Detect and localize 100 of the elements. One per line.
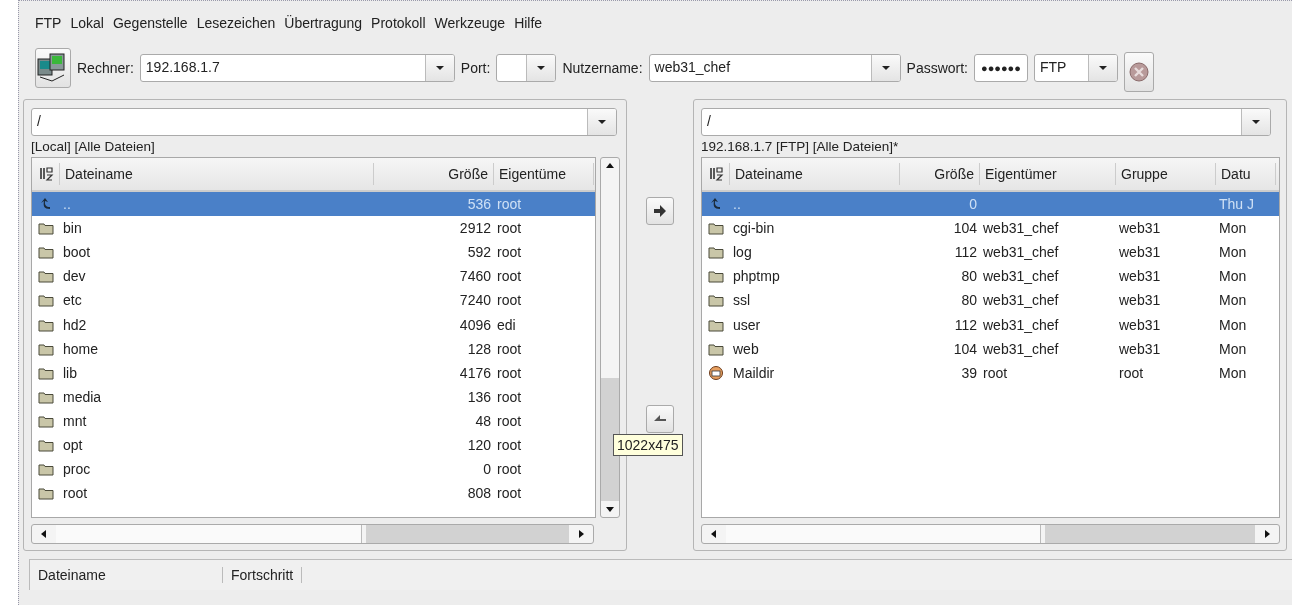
file-size: 104	[953, 340, 977, 357]
column-header[interactable]: Größe	[900, 163, 980, 185]
column-header[interactable]: Dateiname	[730, 163, 900, 185]
file-name: boot	[63, 244, 91, 261]
file-row[interactable]: boot 592 root	[32, 240, 595, 265]
host-field[interactable]: 192.168.1.7	[139, 54, 455, 82]
menu-item[interactable]: Lesezeichen	[196, 15, 276, 37]
file-row[interactable]: hd2 4096 edi	[32, 312, 595, 337]
caret-icon	[1098, 66, 1107, 70]
caret-icon	[598, 120, 606, 124]
file-name: ..	[733, 196, 741, 213]
file-name: proc	[63, 461, 91, 478]
column-header[interactable]: Eigentümer	[980, 163, 1116, 185]
file-row[interactable]: etc 7240 root	[32, 288, 595, 313]
file-row[interactable]: ssl 80 web31_chef web31 Mon	[702, 288, 1279, 313]
file-row[interactable]: log 112 web31_chef web31 Mon	[702, 240, 1279, 265]
file-row[interactable]: root 808 root	[32, 481, 595, 506]
file-group: web31	[1119, 220, 1161, 237]
scroll-arrow-icon[interactable]	[577, 530, 585, 538]
file-date: Mon	[1219, 316, 1247, 333]
file-row[interactable]: cgi-bin 104 web31_chef web31 Mon	[702, 216, 1279, 241]
file-size: 112	[954, 244, 977, 261]
column-header[interactable]: Gruppe	[1116, 163, 1216, 185]
file-row[interactable]: opt 120 root	[32, 432, 595, 458]
file-row[interactable]: Maildir 39 root root Mon	[702, 360, 1279, 385]
file-owner: web31_chef	[983, 268, 1059, 285]
menu-item[interactable]: Hilfe	[514, 15, 543, 37]
scroll-arrow-icon[interactable]	[40, 530, 48, 538]
file-date: Mon	[1219, 364, 1247, 381]
menu-item[interactable]: FTP	[35, 15, 62, 37]
file-date: Mon	[1219, 268, 1247, 285]
username-field[interactable]: web31_chef	[648, 54, 901, 82]
file-row[interactable]: bin 2912 root	[32, 216, 595, 241]
file-row[interactable]: user 112 web31_chef web31 Mon	[702, 312, 1279, 337]
scroll-arrow-icon[interactable]	[710, 530, 718, 538]
file-owner: web31_chef	[983, 292, 1059, 309]
protocol-dropdown[interactable]: FTP	[1033, 54, 1118, 82]
file-row[interactable]: media 136 root	[32, 384, 595, 409]
column-header[interactable]: Fortschritt	[223, 567, 303, 583]
file-row[interactable]: dev 7460 root	[32, 264, 595, 289]
file-name: cgi-bin	[733, 220, 775, 237]
file-date: Mon	[1219, 340, 1247, 357]
file-name: media	[63, 388, 102, 405]
file-row[interactable]: phptmp 80 web31_chef web31 Mon	[702, 264, 1279, 289]
file-owner: web31_chef	[983, 244, 1059, 261]
folder-icon	[38, 244, 54, 261]
file-owner: web31_chef	[983, 316, 1059, 333]
password-label: Passwort:	[906, 60, 968, 76]
stop-button[interactable]	[1123, 52, 1154, 92]
file-size: 2912	[459, 220, 491, 237]
file-owner: root	[497, 340, 522, 357]
file-row[interactable]: web 104 web31_chef web31 Mon	[702, 336, 1279, 361]
horizontal-scrollbar[interactable]	[31, 524, 594, 544]
password-field[interactable]: ●●●●●●	[974, 54, 1028, 82]
folder-icon	[38, 485, 54, 502]
file-name: mnt	[63, 412, 87, 429]
file-size: 536	[467, 196, 491, 213]
upload-button[interactable]	[646, 197, 674, 225]
column-header[interactable]: Eigentüme	[494, 163, 594, 185]
stop-icon	[1128, 62, 1149, 82]
menu-item[interactable]: Lokal	[70, 15, 104, 37]
folder-icon	[38, 220, 54, 237]
file-size: 592	[467, 244, 491, 261]
download-button[interactable]	[646, 405, 674, 433]
path-field[interactable]: /	[701, 108, 1271, 136]
vertical-scrollbar[interactable]	[600, 157, 620, 518]
file-row[interactable]: lib 4176 root	[32, 360, 595, 385]
menu-item[interactable]: Werkzeuge	[434, 15, 506, 37]
file-row[interactable]: proc 0 root	[32, 457, 595, 482]
file-name: hd2	[63, 316, 87, 333]
file-row[interactable]: home 128 root	[32, 336, 595, 361]
file-group: web31	[1119, 268, 1161, 285]
scroll-arrow-icon[interactable]	[606, 162, 614, 170]
connect-button[interactable]	[35, 48, 71, 88]
scroll-arrow-icon[interactable]	[1263, 530, 1271, 538]
folder-icon	[38, 461, 54, 478]
horizontal-scrollbar[interactable]	[701, 524, 1280, 544]
folder-icon	[708, 244, 724, 261]
file-name: lib	[63, 364, 77, 381]
file-name: root	[63, 485, 88, 502]
file-date: Mon	[1219, 220, 1247, 237]
menu-item[interactable]: Protokoll	[371, 15, 426, 37]
file-name: user	[733, 316, 761, 333]
port-field[interactable]	[496, 54, 557, 82]
path-field[interactable]: /	[31, 108, 617, 136]
file-date: Mon	[1219, 244, 1247, 261]
column-header[interactable]: Dateiname	[30, 567, 223, 583]
column-header[interactable]: Größe	[374, 163, 494, 185]
file-date: Thu J	[1219, 196, 1254, 213]
panel-caption: [Local] [Alle Dateien]	[31, 138, 156, 156]
column-header[interactable]: Dateiname	[60, 163, 374, 185]
folder-icon	[38, 292, 54, 309]
file-row[interactable]: mnt 48 root	[32, 408, 595, 433]
file-owner: root	[497, 412, 522, 429]
column-header[interactable]: Datu	[1216, 163, 1276, 185]
menu-item[interactable]: Übertragung	[284, 15, 363, 37]
scroll-arrow-icon[interactable]	[606, 505, 614, 513]
port-label: Port:	[460, 60, 491, 76]
file-owner: root	[983, 364, 1008, 381]
menu-item[interactable]: Gegenstelle	[112, 15, 188, 37]
